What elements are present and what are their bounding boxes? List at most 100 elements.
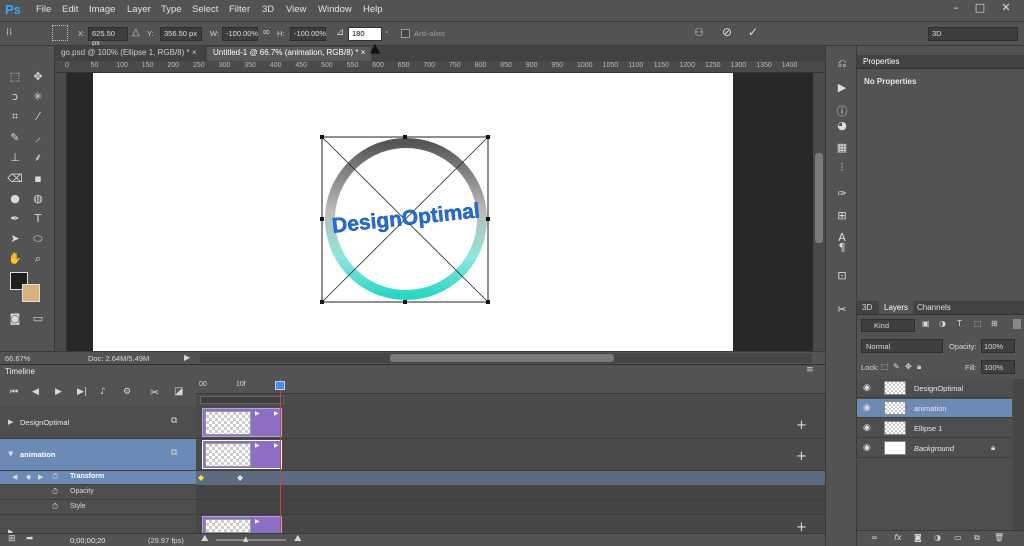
menu-file[interactable]: File (36, 4, 51, 15)
menu-filter[interactable]: Filter (229, 4, 250, 15)
stopwatch-icon[interactable]: ⏱ (52, 487, 58, 497)
film-strip-icon[interactable]: ⧉ (171, 416, 177, 426)
scrollbar-thumb[interactable] (390, 354, 614, 362)
menu-layer[interactable]: Layer (127, 4, 151, 15)
add-media-icon[interactable]: + (796, 418, 807, 433)
delta-icon[interactable]: △ (132, 27, 140, 38)
filter-shape-icon[interactable]: ⬚ (974, 319, 982, 328)
menu-view[interactable]: View (286, 4, 306, 15)
document-canvas[interactable]: DesignOptimal ▲ (93, 41, 733, 351)
tab-layers[interactable]: Layers (879, 301, 914, 314)
brush-tool-icon[interactable]: ⸝ (29, 129, 47, 147)
previous-frame-icon[interactable]: ◀ (32, 387, 39, 397)
property-row-style[interactable]: ⏱ Style (0, 500, 196, 515)
transform-handle[interactable] (320, 300, 324, 304)
close-tab-icon[interactable]: × (192, 48, 197, 57)
audio-icon[interactable]: ♪ (100, 387, 106, 397)
new-group-icon[interactable]: ▭ (954, 533, 962, 542)
filter-type-icon[interactable]: T (957, 319, 962, 328)
visibility-eye-icon[interactable]: ◉ (863, 383, 875, 393)
commit-transform-icon[interactable]: ✓ (748, 25, 758, 39)
swatches-grid-icon[interactable]: ▦ (834, 140, 850, 156)
warp-icon[interactable]: ⚇ (694, 26, 704, 39)
visibility-eye-icon[interactable]: ◉ (863, 443, 875, 453)
clone-source-icon[interactable]: ⊡ (834, 268, 850, 284)
cancel-transform-icon[interactable]: ⊘ (722, 25, 732, 39)
keyframe-diamond-icon[interactable]: ◆ (237, 473, 243, 482)
move-tool-icon[interactable]: ⁞⁞ (6, 27, 12, 38)
type-tool-icon[interactable]: T (29, 210, 47, 228)
expand-arrow-icon[interactable]: ▶ (8, 418, 13, 426)
stopwatch-icon[interactable]: ⏱ (52, 502, 58, 512)
filter-toggle[interactable] (1013, 319, 1021, 329)
visibility-eye-icon[interactable]: ◉ (863, 403, 875, 413)
layers-scrollbar[interactable] (1013, 379, 1024, 534)
x-field[interactable]: 625.50 px (88, 27, 128, 47)
add-media-icon[interactable]: + (796, 449, 807, 464)
zoom-out-mountains-icon[interactable]: ⛰ (201, 534, 209, 544)
video-clip[interactable]: ▶ (202, 516, 282, 534)
keyframe-diamond-icon[interactable]: ◆ (198, 473, 204, 482)
next-frame-icon[interactable]: ▶| (77, 387, 87, 397)
new-layer-icon[interactable]: ⧉ (974, 533, 980, 543)
clip-trim-icon[interactable]: ▶ (274, 442, 279, 449)
clone-stamp-icon[interactable]: ⊥ (6, 149, 24, 167)
video-clip[interactable]: ▶ ▶ (202, 408, 282, 437)
transform-handle[interactable] (486, 135, 490, 139)
transition-icon[interactable]: ◪ (174, 386, 183, 397)
prev-keyframe-icon[interactable]: ◀ (12, 473, 17, 481)
dodge-tool-icon[interactable]: ◍ (29, 190, 47, 208)
panel-menu-icon[interactable]: ≡ (806, 365, 814, 375)
gradient-tool-icon[interactable]: ▪ (29, 170, 47, 188)
opacity-field[interactable]: 100% (981, 339, 1015, 353)
blur-tool-icon[interactable]: ● (6, 190, 24, 208)
playhead-handle[interactable] (275, 381, 285, 390)
convert-frame-icon[interactable]: ⊞ (8, 534, 16, 544)
adjustment-layer-icon[interactable]: ◑ (934, 533, 941, 542)
add-mask-icon[interactable]: ◙ (914, 533, 922, 542)
filter-adjustment-icon[interactable]: ◑ (939, 319, 946, 328)
styles-icon[interactable]: ⊞ (834, 208, 850, 224)
vertical-scrollbar[interactable] (813, 73, 825, 351)
clip-trim-icon[interactable]: ▶ (274, 410, 279, 417)
reference-point-icon[interactable] (52, 25, 68, 41)
lock-position-icon[interactable]: ✥ (905, 362, 912, 371)
width-field[interactable]: -100.00% (222, 27, 258, 41)
menu-edit[interactable]: Edit (62, 4, 78, 15)
menu-select[interactable]: Select (192, 4, 218, 15)
visibility-eye-icon[interactable]: ◉ (863, 423, 875, 433)
transform-handle[interactable] (486, 217, 490, 221)
quick-mask-icon[interactable]: ◙ (6, 310, 24, 328)
stopwatch-icon[interactable]: ⏱ (52, 472, 58, 482)
brush-presets-icon[interactable]: ✑ (834, 186, 850, 202)
add-keyframe-icon[interactable]: ◆ (26, 473, 31, 481)
zoom-tool-icon[interactable]: ⌕ (29, 250, 47, 268)
timeline-layer-row-selected[interactable]: ▼ animation ⧉ (0, 439, 196, 471)
transform-handle[interactable] (486, 300, 490, 304)
fill-field[interactable]: 100% (981, 360, 1015, 374)
close-window-button[interactable]: ✕ (996, 1, 1016, 15)
menu-help[interactable]: Help (363, 4, 383, 15)
timeline-title[interactable]: Timeline (5, 367, 35, 376)
properties-tab[interactable]: Properties (863, 57, 899, 66)
screen-mode-icon[interactable]: ▭ (29, 310, 47, 328)
play-icon[interactable]: ▶ (55, 387, 62, 397)
kind-filter-dropdown[interactable]: Kind (861, 319, 915, 332)
pen-tool-icon[interactable]: ✒ (6, 210, 24, 228)
link-icon[interactable]: ∞ (262, 27, 270, 38)
history-brush-icon[interactable]: ⸙ (29, 149, 47, 167)
lock-transparency-icon[interactable]: ⬚ (881, 362, 889, 371)
filter-smart-object-icon[interactable]: ⊞ (991, 319, 998, 328)
link-layers-icon[interactable]: ∞ (871, 533, 878, 542)
eyedropper-icon[interactable]: ⁄ (29, 108, 47, 126)
blend-mode-dropdown[interactable]: Normal (861, 339, 943, 353)
doc-tab-untitled[interactable]: Untitled-1 @ 66.7% (animation, RGB/8) * … (207, 47, 372, 61)
close-tab-icon[interactable]: × (361, 48, 366, 57)
collapse-arrow-icon[interactable]: ▼ (8, 450, 13, 458)
tab-3d[interactable]: 3D (862, 303, 872, 312)
tab-channels[interactable]: Channels (917, 303, 951, 312)
property-row-opacity[interactable]: ⏱ Opacity (0, 485, 196, 500)
transform-handle[interactable] (320, 135, 324, 139)
settings-gear-icon[interactable]: ⚙ (123, 387, 131, 397)
layer-row-selected[interactable]: ◉ animation (857, 399, 1012, 418)
